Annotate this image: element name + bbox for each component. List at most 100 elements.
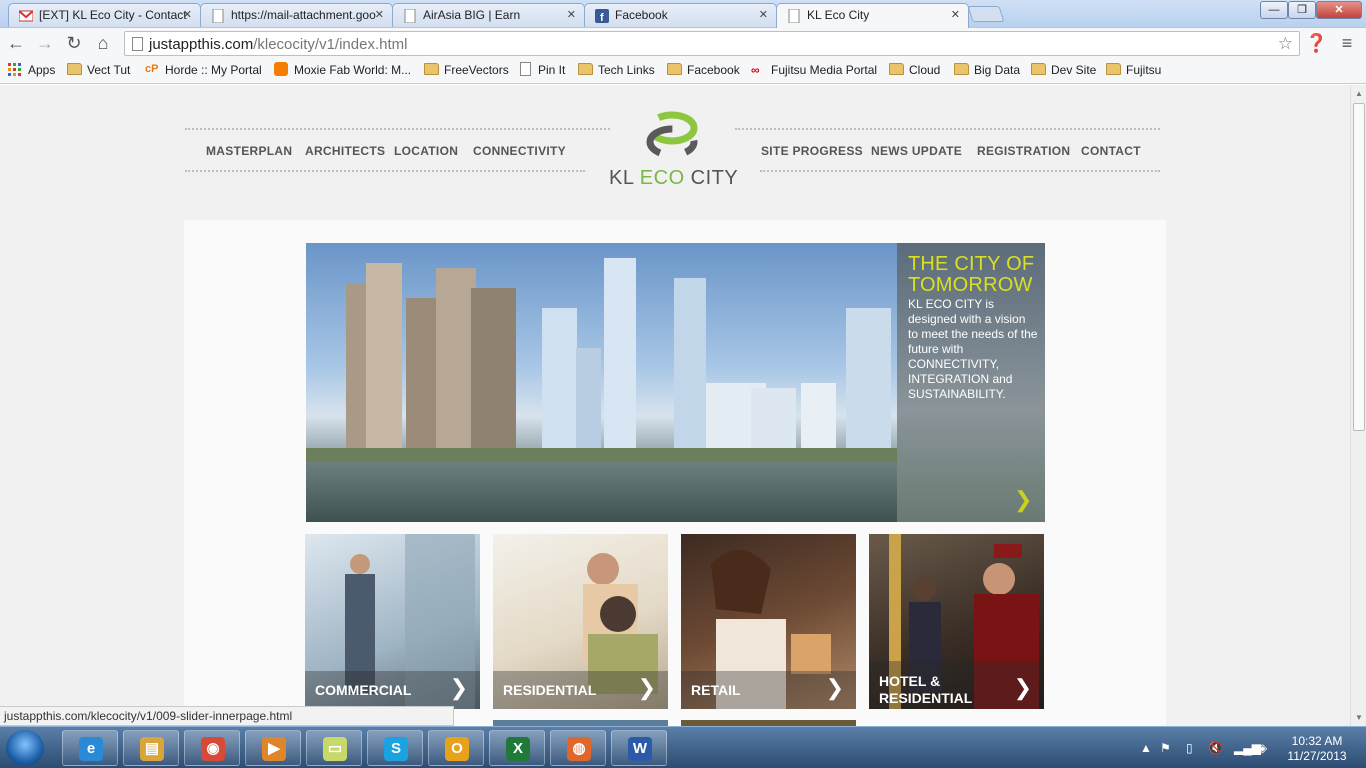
close-tab-icon[interactable]: ✕	[567, 8, 576, 21]
bookmark-facebook[interactable]: Facebook	[667, 63, 740, 77]
chevron-right-icon: ❯	[1013, 675, 1032, 700]
battery-icon[interactable]: ▯	[1186, 741, 1193, 755]
show-hidden-icons-icon[interactable]: ▲	[1140, 741, 1152, 755]
clock-date: 11/27/2013	[1287, 749, 1347, 763]
folder-icon	[889, 63, 904, 75]
next-arrow-icon[interactable]: ❯	[1014, 487, 1032, 513]
word-icon: W	[628, 737, 652, 761]
nav-news-update[interactable]: NEWS UPDATE	[871, 144, 962, 158]
logo-kl: KL	[609, 167, 640, 189]
tab-label: Facebook	[615, 8, 668, 22]
tab-airasia-big[interactable]: AirAsia BIG | Earn ✕	[392, 3, 585, 27]
nav-site-progress[interactable]: SITE PROGRESS	[761, 144, 863, 158]
bookmark-horde[interactable]: cP Horde :: My Portal	[145, 63, 262, 77]
tab-kl-eco-city-contact[interactable]: [EXT] KL Eco City - Contact ✕	[8, 3, 201, 27]
bookmark-label: Dev Site	[1051, 63, 1097, 77]
tab-mail-attachment[interactable]: https://mail-attachment.goo ✕	[200, 3, 393, 27]
folder-icon	[578, 63, 593, 75]
nav-masterplan[interactable]: MASTERPLAN	[206, 144, 292, 158]
taskbar-button-firefox[interactable]: ◍	[550, 730, 606, 766]
bookmark-freevectors[interactable]: FreeVectors	[424, 63, 509, 77]
home-icon[interactable]: ⌂	[92, 32, 114, 54]
minimize-button[interactable]: —	[1260, 1, 1288, 19]
forward-arrow-icon[interactable]: →	[34, 32, 56, 54]
bookmark-star-icon[interactable]: ☆	[1278, 34, 1293, 54]
bookmark-label: Apps	[28, 63, 56, 77]
nav-registration[interactable]: REGISTRATION	[977, 144, 1070, 158]
address-bar[interactable]: justappthis.com/klecocity/v1/index.html …	[124, 31, 1300, 56]
web-page: MASTERPLAN ARCHITECTS LOCATION CONNECTIV…	[0, 85, 1350, 726]
taskbar-button-skype[interactable]: S	[367, 730, 423, 766]
hero-slider[interactable]: THE CITY OF TOMORROW KL ECO CITY is desi…	[306, 243, 1045, 522]
close-tab-icon[interactable]: ✕	[183, 8, 192, 21]
close-window-button[interactable]: ✕	[1316, 1, 1362, 19]
tab-label: AirAsia BIG | Earn	[423, 8, 521, 22]
skype-icon: S	[384, 737, 408, 761]
url-host: justappthis.com	[149, 36, 254, 53]
bookmark-label: FreeVectors	[444, 63, 509, 77]
taskbar-button-excel[interactable]: X	[489, 730, 545, 766]
bookmark-fujitsu-media-portal[interactable]: ∞ Fujitsu Media Portal	[751, 63, 877, 77]
close-tab-icon[interactable]: ✕	[759, 8, 768, 21]
taskbar-button-internet-explorer[interactable]: e	[62, 730, 118, 766]
close-tab-icon[interactable]: ✕	[951, 8, 960, 21]
bookmark-dev-site[interactable]: Dev Site	[1031, 63, 1096, 77]
bookmark-big-data[interactable]: Big Data	[954, 63, 1020, 77]
system-clock[interactable]: 10:32 AM 11/27/2013	[1282, 734, 1352, 764]
bookmark-apps[interactable]: Apps	[8, 63, 55, 77]
chevron-right-icon: ❯	[825, 675, 844, 700]
start-button[interactable]	[6, 730, 44, 766]
bookmark-vect-tut[interactable]: Vect Tut	[67, 63, 130, 77]
excel-icon: X	[506, 737, 530, 761]
taskbar-button-file-explorer[interactable]: ▤	[123, 730, 179, 766]
taskbar-button-chrome[interactable]: ◉	[184, 730, 240, 766]
reload-icon[interactable]: ↻	[63, 32, 85, 54]
nav-contact[interactable]: CONTACT	[1081, 144, 1141, 158]
bookmark-tech-links[interactable]: Tech Links	[578, 63, 655, 77]
help-icon[interactable]: ❓	[1305, 32, 1327, 54]
facebook-icon: f	[595, 9, 609, 24]
bookmark-fujitsu[interactable]: Fujitsu	[1106, 63, 1161, 77]
tile-residential[interactable]: RESIDENTIAL ❯	[493, 534, 668, 709]
outlook-icon: O	[445, 737, 469, 761]
nav-architects[interactable]: ARCHITECTS	[305, 144, 385, 158]
scrollbar-thumb[interactable]	[1353, 103, 1365, 431]
tile-label: RETAIL	[691, 682, 741, 698]
status-url-bubble: justappthis.com/klecocity/v1/009-slider-…	[0, 706, 454, 726]
bookmark-cloud[interactable]: Cloud	[889, 63, 940, 77]
scroll-down-icon[interactable]: ▼	[1355, 713, 1363, 722]
bookmark-label: Tech Links	[598, 63, 655, 77]
sticky-notes-icon: ▭	[323, 737, 347, 761]
tile-hotel-residential[interactable]: HOTEL & RESIDENTIAL ❯	[869, 534, 1044, 709]
taskbar-button-media-player[interactable]: ▶	[245, 730, 301, 766]
media-player-icon: ▶	[262, 737, 286, 761]
nav-location[interactable]: LOCATION	[394, 144, 458, 158]
folder-icon	[1031, 63, 1046, 75]
close-tab-icon[interactable]: ✕	[375, 8, 384, 21]
tab-label: [EXT] KL Eco City - Contact	[39, 8, 187, 22]
tile-commercial[interactable]: COMMERCIAL ❯	[305, 534, 480, 709]
new-tab-button[interactable]	[967, 6, 1005, 22]
action-center-flag-icon[interactable]: ⚑	[1160, 741, 1171, 755]
taskbar-button-word[interactable]: W	[611, 730, 667, 766]
dropbox-icon[interactable]: ◈	[1258, 741, 1267, 755]
taskbar-button-outlook[interactable]: O	[428, 730, 484, 766]
page-scrollbar[interactable]: ▲ ▼	[1350, 85, 1366, 726]
taskbar-button-sticky-notes[interactable]: ▭	[306, 730, 362, 766]
scroll-up-icon[interactable]: ▲	[1355, 89, 1363, 98]
windows-taskbar: e ▤ ◉ ▶ ▭ S O X ◍ W ▲ ⚑ ▯ 🔇 ▂▄▆ ◈ 10:32 AM 11/27/…	[0, 726, 1366, 768]
bookmarks-bar: Apps Vect Tut cP Horde :: My Portal Moxie…	[0, 58, 1366, 84]
internet-explorer-icon: e	[79, 737, 103, 761]
volume-muted-icon[interactable]: 🔇	[1208, 741, 1223, 755]
bookmark-pin-it[interactable]: Pin It	[518, 62, 565, 77]
tile-label: COMMERCIAL	[315, 682, 412, 698]
bookmark-moxie-fab-world[interactable]: Moxie Fab World: M...	[274, 62, 411, 77]
nav-connectivity[interactable]: CONNECTIVITY	[473, 144, 566, 158]
tab-facebook[interactable]: f Facebook ✕	[584, 3, 777, 27]
tab-kl-eco-city[interactable]: KL Eco City ✕	[776, 3, 969, 28]
maximize-button[interactable]: ❐	[1288, 1, 1316, 19]
network-icon[interactable]: ▂▄▆	[1234, 741, 1261, 755]
tile-retail[interactable]: RETAIL ❯	[681, 534, 856, 709]
back-arrow-icon[interactable]: ←	[5, 32, 27, 54]
menu-icon[interactable]: ≡	[1336, 32, 1358, 54]
